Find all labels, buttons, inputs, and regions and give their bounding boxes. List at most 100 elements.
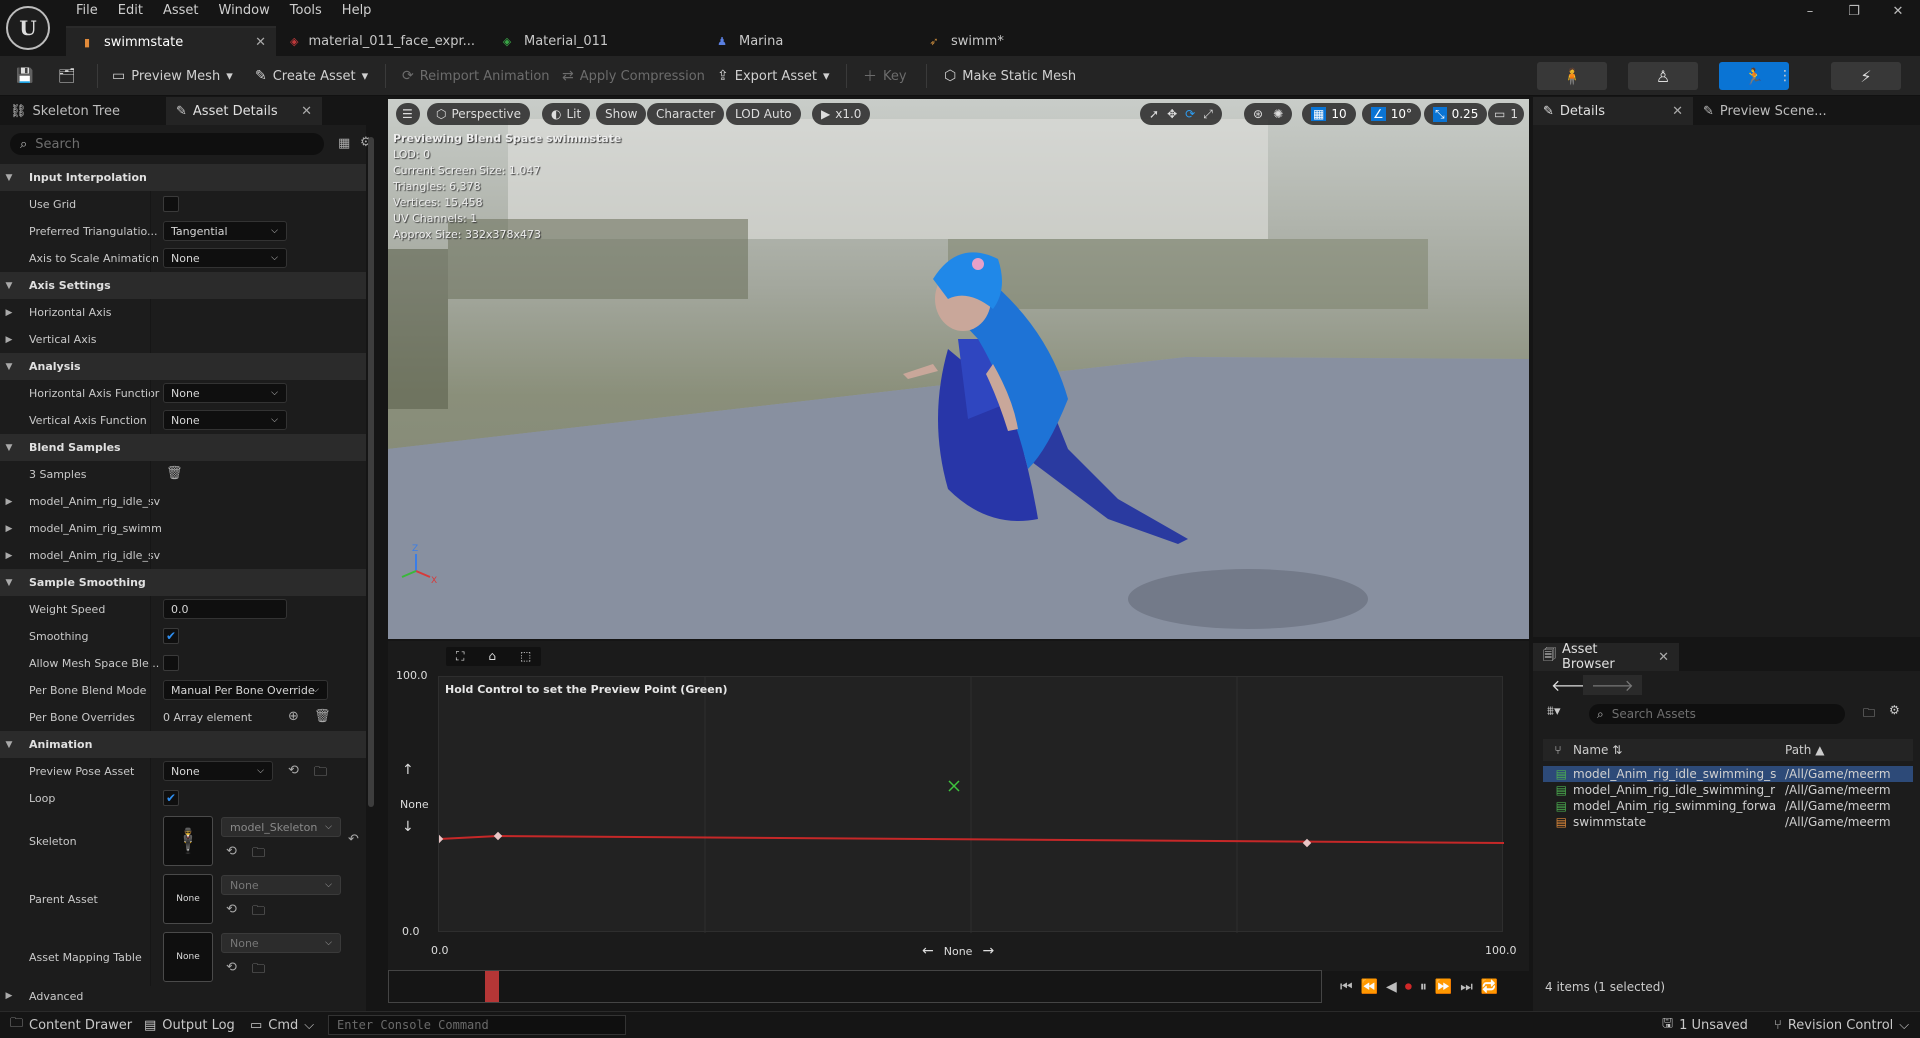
- forward-arrow-icon[interactable]: 🡒: [1583, 675, 1642, 695]
- tab-asset-browser[interactable]: 🗐 Asset Browser ✕: [1533, 642, 1679, 672]
- parent-asset-dropdown[interactable]: None ⌵: [221, 875, 341, 895]
- preview-point[interactable]: [948, 780, 960, 792]
- skeleton-asset-dropdown[interactable]: model_Skeleton ⌵: [221, 817, 341, 837]
- browse-asset-icon[interactable]: 🗂: [58, 56, 76, 96]
- menu-file[interactable]: File: [66, 0, 108, 22]
- step-back-icon[interactable]: ⏪: [1361, 979, 1378, 995]
- column-name[interactable]: Name ⇅: [1573, 743, 1785, 757]
- use-selected-icon[interactable]: ⟲: [288, 763, 299, 778]
- reimport-animation-button[interactable]: ⟳ Reimport Animation: [402, 56, 550, 96]
- more-options-icon[interactable]: ⋮: [1778, 56, 1792, 96]
- use-selected-icon[interactable]: ⟲: [226, 844, 237, 859]
- restore-button[interactable]: ❐: [1832, 0, 1876, 22]
- skeleton-mode-button[interactable]: 🧍: [1537, 62, 1607, 90]
- close-window-button[interactable]: ✕: [1876, 0, 1920, 22]
- viewport-menu-icon[interactable]: ☰: [396, 103, 420, 125]
- tab-swimm[interactable]: ➶ swimm*: [913, 26, 1123, 56]
- physics-mode-button[interactable]: ⚡: [1831, 62, 1901, 90]
- preview-pose-asset-dropdown[interactable]: None ⌵: [163, 761, 273, 781]
- content-drawer-button[interactable]: 🗀 Content Drawer: [10, 1012, 132, 1038]
- sample-point[interactable]: [1302, 838, 1312, 848]
- use-grid-checkbox[interactable]: [163, 196, 179, 212]
- fit-view-icon[interactable]: ⛶: [456, 649, 464, 664]
- create-asset-button[interactable]: ✎ Create Asset ▾: [255, 56, 368, 96]
- tab-marina[interactable]: ♟ Marina: [701, 26, 913, 56]
- menu-edit[interactable]: Edit: [108, 0, 153, 22]
- category-animation[interactable]: ▼ Animation: [0, 731, 366, 758]
- revision-control-button[interactable]: ⑂ Revision Control ⌵: [1774, 1012, 1909, 1038]
- timeline-scrub-bar[interactable]: [388, 970, 1322, 1003]
- v-axis-function-dropdown[interactable]: None ⌵: [163, 410, 287, 430]
- loop-checkbox[interactable]: ✔: [163, 790, 179, 806]
- filter-icon[interactable]: ⩩▾: [1547, 704, 1560, 719]
- settings-gear-icon[interactable]: ⚙: [1889, 703, 1900, 717]
- scale-tool-icon[interactable]: ⤢: [1203, 107, 1213, 122]
- add-element-icon[interactable]: ⊕: [288, 709, 299, 724]
- allow-mesh-space-checkbox[interactable]: [163, 655, 179, 671]
- parent-asset-thumbnail[interactable]: None: [163, 874, 213, 924]
- show-button[interactable]: Show: [596, 103, 647, 125]
- category-analysis[interactable]: ▼ Analysis: [0, 353, 366, 380]
- camera-speed-button[interactable]: ▭ 1: [1488, 103, 1524, 125]
- mesh-mode-button[interactable]: ♙: [1628, 62, 1698, 90]
- browse-folder-icon[interactable]: 🗀: [252, 960, 265, 982]
- key-button[interactable]: ＋ Key: [863, 56, 907, 96]
- row-sample-2[interactable]: ▶ model_Anim_rig_swimm: [0, 515, 366, 542]
- row-vertical-axis[interactable]: ▶ Vertical Axis: [0, 326, 366, 353]
- rotation-snap-button[interactable]: ∠ 10°: [1362, 103, 1422, 125]
- lod-button[interactable]: LOD Auto: [726, 103, 801, 125]
- preferred-triangulation-dropdown[interactable]: Tangential ⌵: [163, 221, 287, 241]
- select-tool-icon[interactable]: ➚: [1149, 107, 1159, 121]
- close-tab-icon[interactable]: ✕: [1658, 650, 1669, 665]
- step-forward-icon[interactable]: ⏩: [1435, 979, 1452, 995]
- asset-search-input[interactable]: ⌕ Search Assets: [1589, 704, 1845, 724]
- weight-speed-input[interactable]: 0.0: [163, 599, 287, 619]
- sample-point[interactable]: [439, 834, 444, 844]
- cmd-dropdown[interactable]: ▭ Cmd ⌵: [250, 1012, 314, 1038]
- delete-icon[interactable]: 🗑: [314, 709, 331, 724]
- row-sample-3[interactable]: ▶ model_Anim_rig_idle_sv: [0, 542, 366, 569]
- h-axis-function-dropdown[interactable]: None ⌵: [163, 383, 287, 403]
- menu-window[interactable]: Window: [209, 0, 280, 22]
- category-axis-settings[interactable]: ▼ Axis Settings: [0, 272, 366, 299]
- axis-to-scale-dropdown[interactable]: None ⌵: [163, 248, 287, 268]
- pause-icon[interactable]: ⏸: [1420, 979, 1427, 995]
- sample-point[interactable]: [493, 831, 503, 841]
- asset-row[interactable]: ▤ model_Anim_rig_swimming_forwa /All/Gam…: [1543, 798, 1913, 814]
- row-sample-1[interactable]: ▶ model_Anim_rig_idle_sv: [0, 488, 366, 515]
- category-blend-samples[interactable]: ▼ Blend Samples: [0, 434, 366, 461]
- close-tab-icon[interactable]: ✕: [255, 35, 266, 50]
- row-horizontal-axis[interactable]: ▶ Horizontal Axis: [0, 299, 366, 326]
- scrub-handle[interactable]: [485, 971, 499, 1002]
- preview-viewport[interactable]: Z X ☰ ⬡ Perspective ◐ Lit Show Character L…: [388, 99, 1529, 639]
- move-tool-icon[interactable]: ✥: [1167, 107, 1177, 121]
- character-button[interactable]: Character: [647, 103, 725, 125]
- tab-material-011[interactable]: ◈ Material_011: [486, 26, 701, 56]
- close-tab-icon[interactable]: ✕: [301, 104, 312, 119]
- tab-asset-details[interactable]: ✎ Asset Details ✕: [166, 97, 322, 125]
- skip-to-start-icon[interactable]: ⏮: [1340, 979, 1353, 995]
- grid-snap-button[interactable]: ▦ 10: [1302, 103, 1356, 125]
- scale-snap-button[interactable]: ⤡ 0.25: [1424, 103, 1488, 125]
- skip-to-end-icon[interactable]: ⏭: [1460, 979, 1473, 995]
- menu-tools[interactable]: Tools: [280, 0, 332, 22]
- browse-folder-icon[interactable]: 🗀: [314, 763, 327, 785]
- save-icon[interactable]: 💾: [16, 56, 33, 96]
- blend-graph-area[interactable]: Hold Control to set the Preview Point (G…: [438, 676, 1504, 933]
- play-reverse-icon[interactable]: ◀: [1386, 979, 1397, 995]
- apply-compression-button[interactable]: ⇄ Apply Compression: [562, 56, 705, 96]
- menu-help[interactable]: Help: [332, 0, 382, 22]
- output-log-button[interactable]: ▤ Output Log: [144, 1012, 235, 1038]
- export-asset-button[interactable]: ⇪ Export Asset ▾: [717, 56, 830, 96]
- folder-icon[interactable]: 🗀: [1863, 704, 1875, 725]
- left-panel-scrollbar[interactable]: [368, 137, 374, 807]
- tab-skeleton-tree[interactable]: ⛓ Skeleton Tree: [0, 97, 166, 125]
- tab-swimmstate[interactable]: ▮ swimmstate ✕: [66, 26, 276, 56]
- record-icon[interactable]: ⏺: [1405, 979, 1412, 995]
- asset-row[interactable]: ▤ swimmstate /All/Game/meerm: [1543, 814, 1913, 830]
- tab-material-face-expr[interactable]: ◈ material_011_face_expr...: [276, 26, 486, 56]
- make-static-mesh-button[interactable]: ⬡ Make Static Mesh: [944, 56, 1076, 96]
- preview-mesh-button[interactable]: ▭ Preview Mesh ▾: [112, 56, 233, 96]
- triangulation-icon[interactable]: ⌂: [488, 649, 496, 664]
- loop-playback-icon[interactable]: 🔁: [1481, 979, 1498, 995]
